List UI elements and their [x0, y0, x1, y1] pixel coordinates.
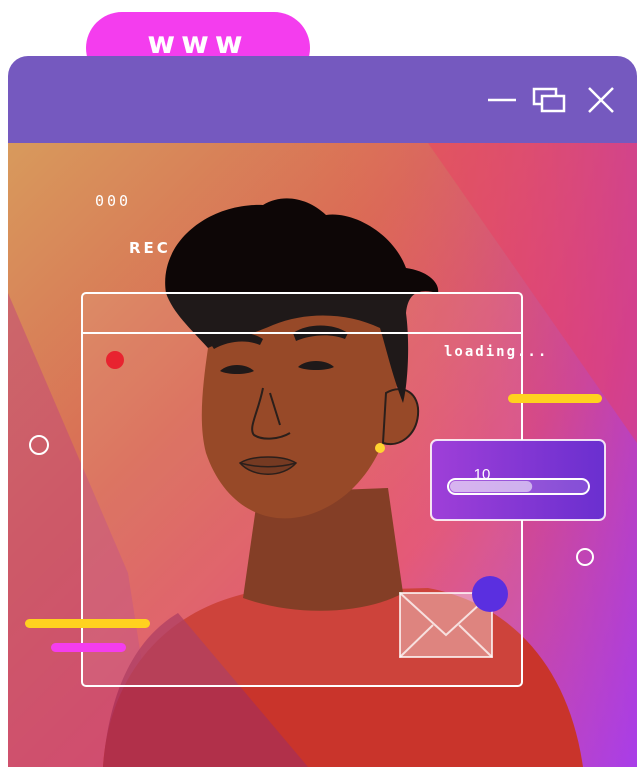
accent-bar-pink-left [51, 643, 126, 652]
portrait-illustration [8, 143, 637, 767]
restore-icon [532, 87, 566, 113]
accent-bar-yellow-left [25, 619, 150, 628]
notification-count: 10 [473, 466, 491, 483]
recorder-menu-dots: 000 [95, 192, 132, 210]
rec-indicator-icon [106, 351, 124, 369]
illustration-area [8, 143, 637, 767]
notification-badge [472, 576, 508, 612]
close-button[interactable] [583, 82, 619, 118]
title-bar [8, 56, 637, 143]
accent-bar-yellow-right [508, 394, 602, 403]
rec-label: REC [129, 239, 171, 257]
minimize-button[interactable] [484, 82, 520, 118]
browser-window [8, 56, 637, 767]
loading-label: loading... [444, 344, 549, 360]
close-icon [588, 87, 614, 113]
minimize-icon [488, 98, 516, 102]
restore-button[interactable] [531, 82, 567, 118]
